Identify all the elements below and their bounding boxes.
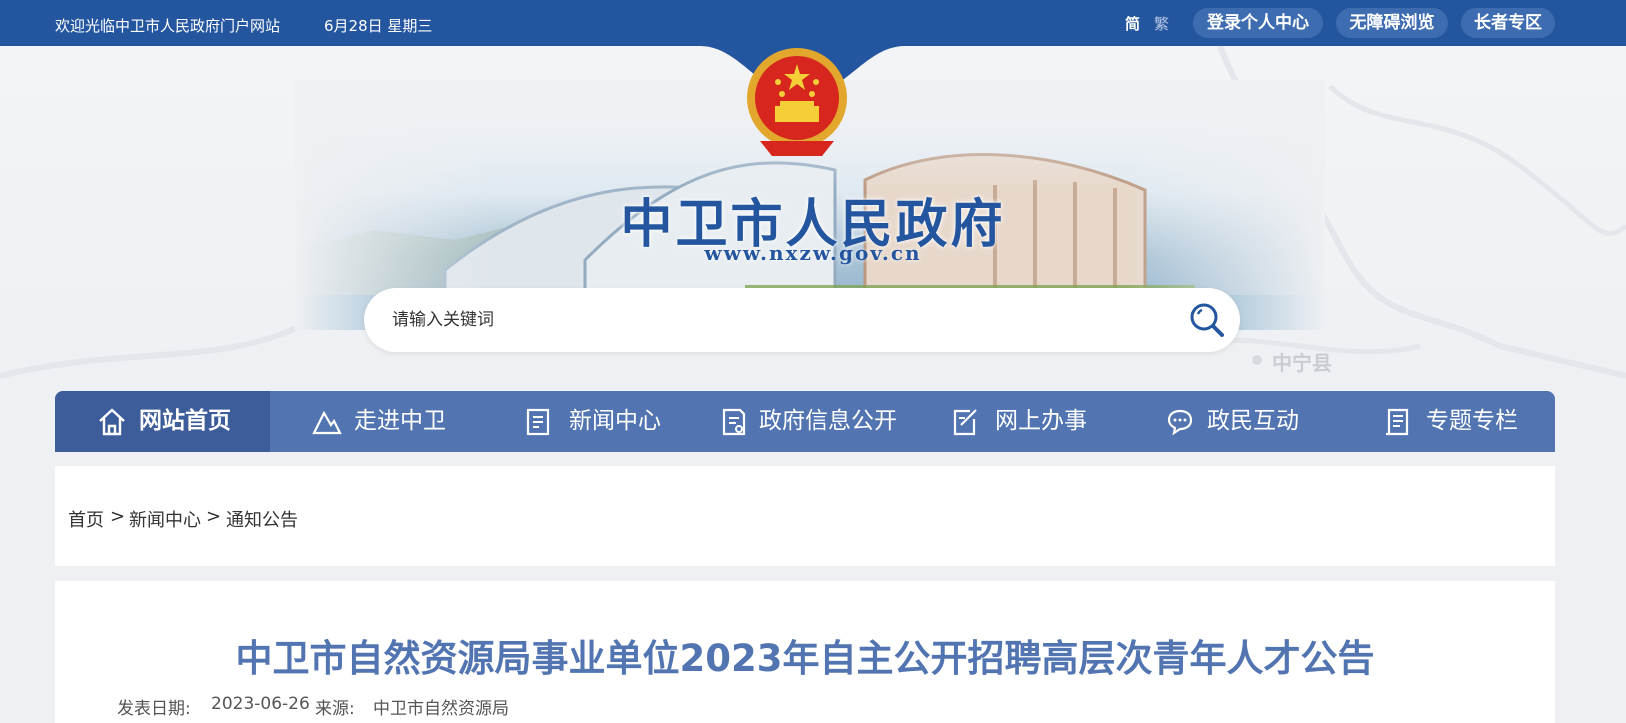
article: 中卫市自然资源局事业单位2023年自主公开招聘高层次青年人才公告 发表日期: 2… bbox=[55, 581, 1555, 723]
nav-item-news[interactable]: 新闻中心 bbox=[485, 391, 675, 452]
source: 中卫市自然资源局 bbox=[373, 699, 509, 719]
login-button[interactable]: 登录个人中心 bbox=[1193, 8, 1323, 38]
welcome-text: 欢迎光临中卫市人民政府门户网站 bbox=[55, 17, 281, 35]
search-input[interactable] bbox=[392, 304, 1152, 336]
breadcrumb: 首页 > 新闻中心 > 通知公告 bbox=[55, 466, 1555, 566]
nav-label: 政府信息公开 bbox=[759, 408, 897, 434]
national-emblem-icon bbox=[747, 48, 847, 156]
nav-label: 网上办事 bbox=[995, 408, 1087, 434]
nav-item-home[interactable]: 网站首页 bbox=[55, 391, 270, 452]
breadcrumb-home[interactable]: 首页 bbox=[68, 506, 104, 532]
nav-label: 新闻中心 bbox=[569, 408, 661, 434]
breadcrumb-separator: > bbox=[206, 506, 222, 527]
simplified-chinese-link[interactable]: 简 bbox=[1125, 13, 1140, 34]
edit-icon bbox=[953, 409, 977, 436]
elder-zone-button[interactable]: 长者专区 bbox=[1461, 8, 1555, 38]
nav-label: 专题专栏 bbox=[1426, 408, 1518, 434]
breadcrumb-news[interactable]: 新闻中心 bbox=[129, 506, 201, 532]
news-icon bbox=[526, 408, 550, 436]
home-icon bbox=[99, 408, 125, 436]
top-bar: 欢迎光临中卫市人民政府门户网站 6月28日 星期三 简 繁 登录个人中心 无障碍… bbox=[0, 0, 1626, 46]
nav-item-special-column[interactable]: 专题专栏 bbox=[1340, 391, 1555, 452]
search-box bbox=[364, 288, 1240, 352]
nav-item-interaction[interactable]: 政民互动 bbox=[1115, 391, 1340, 452]
mountain-icon bbox=[312, 410, 342, 435]
publish-date: 2023-06-26 bbox=[211, 694, 310, 714]
nav-label: 网站首页 bbox=[139, 408, 231, 434]
nav-item-gov-info[interactable]: 政府信息公开 bbox=[675, 391, 905, 452]
nav-item-online-service[interactable]: 网上办事 bbox=[905, 391, 1115, 452]
nav-item-about[interactable]: 走进中卫 bbox=[270, 391, 485, 452]
county-label: 中宁县 bbox=[1272, 351, 1332, 375]
current-date: 6月28日 星期三 bbox=[324, 17, 433, 35]
site-url: www.nxzw.gov.cn bbox=[704, 241, 922, 265]
publish-date-label: 发表日期: bbox=[117, 699, 191, 719]
article-title: 中卫市自然资源局事业单位2023年自主公开招聘高层次青年人才公告 bbox=[235, 637, 1375, 680]
source-label: 来源: bbox=[315, 699, 355, 719]
column-icon bbox=[1386, 408, 1409, 436]
traditional-chinese-link[interactable]: 繁 bbox=[1154, 13, 1169, 34]
nav-label: 走进中卫 bbox=[354, 408, 446, 434]
search-icon[interactable] bbox=[1188, 301, 1226, 339]
nav-label: 政民互动 bbox=[1207, 408, 1299, 434]
main-nav: 网站首页 走进中卫 新闻中心 政府信息公开 网上办事 政民互动 专题专栏 bbox=[55, 391, 1555, 452]
county-marker-icon bbox=[1252, 355, 1262, 365]
chat-icon bbox=[1167, 409, 1193, 436]
document-icon bbox=[722, 408, 746, 436]
breadcrumb-separator: > bbox=[110, 506, 126, 527]
accessible-browse-button[interactable]: 无障碍浏览 bbox=[1336, 8, 1448, 38]
breadcrumb-notices[interactable]: 通知公告 bbox=[226, 506, 298, 532]
